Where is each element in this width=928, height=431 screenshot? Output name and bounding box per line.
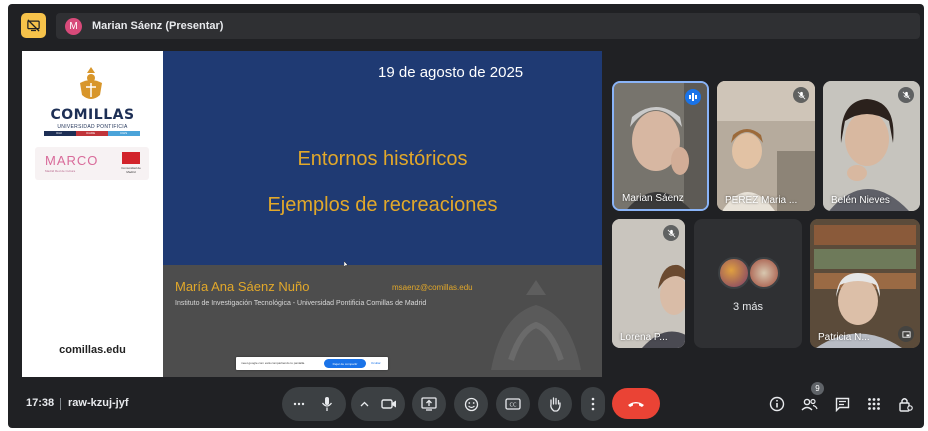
hide-popup-link[interactable]: Ocultar <box>371 361 381 365</box>
logo-strip-2: ICADE <box>76 131 108 136</box>
audio-level-icon <box>685 89 701 105</box>
participant-tile-belen[interactable]: Belén Nieves <box>823 81 920 211</box>
overflow-count-label: 3 más <box>733 301 763 313</box>
avatar <box>748 257 780 289</box>
participant-tile-lorena[interactable]: Lorena P... <box>612 219 685 348</box>
presenter-label: Marian Sáenz (Presentar) <box>92 20 224 32</box>
slide-date: 19 de agosto de 2025 <box>378 64 524 81</box>
participant-name: Marian Sáenz <box>622 193 684 204</box>
meet-window: M Marian Sáenz (Presentar) COMILLAS UNIV… <box>8 4 924 428</box>
participant-tile-marian[interactable]: Marian Sáenz <box>612 81 709 211</box>
activities-icon[interactable] <box>865 395 883 413</box>
overflow-participants-tile[interactable]: 3 más <box>694 219 802 348</box>
slide-author: María Ana Sáenz Nuño <box>175 279 310 294</box>
mic-off-icon <box>793 87 809 103</box>
presenter-bar[interactable]: M Marian Sáenz (Presentar) <box>56 13 920 39</box>
screenshot-frame: M Marian Sáenz (Presentar) COMILLAS UNIV… <box>0 0 928 431</box>
slide-logo-panel: COMILLAS UNIVERSIDAD PONTIFICIA ICAI ICA… <box>22 51 163 377</box>
slide-email: msaenz@comillas.edu <box>392 283 473 292</box>
madrid-flag-icon <box>122 152 140 164</box>
share-popup-text: meet.google.com está compartiendo tu pan… <box>241 361 306 365</box>
meeting-code: raw-kzuj-jyf <box>68 397 129 409</box>
participant-tile-perez[interactable]: PEREZ Maria ... <box>717 81 815 211</box>
people-icon[interactable] <box>800 395 818 413</box>
svg-text:CC: CC <box>510 402 517 408</box>
pin-icon[interactable] <box>898 326 914 342</box>
chevron-up-icon[interactable] <box>353 387 375 421</box>
present-screen-icon[interactable] <box>412 387 446 421</box>
bottom-separator <box>60 398 61 410</box>
emoji-icon[interactable] <box>454 387 488 421</box>
participant-name: Lorena P... <box>620 332 668 343</box>
logo-strip-3: CIHS <box>108 131 140 136</box>
logo-subtitle: UNIVERSIDAD PONTIFICIA <box>57 124 128 130</box>
marco-logo: MARCO Madrid Red de Cultura Comunidad de… <box>35 147 149 180</box>
comillas-crest-icon <box>80 67 102 99</box>
marco-name: MARCO <box>45 153 99 168</box>
participant-name: PEREZ Maria ... <box>725 195 798 206</box>
madrid-label: Comunidad de Madrid <box>121 166 141 174</box>
host-controls-icon[interactable] <box>896 395 914 413</box>
presenter-avatar: M <box>65 17 82 35</box>
participant-name: Belén Nieves <box>831 195 890 206</box>
logo-strip-1: ICAI <box>44 131 76 136</box>
screen-share-popup: meet.google.com está compartiendo tu pan… <box>236 357 388 370</box>
more-options-icon[interactable] <box>286 387 312 421</box>
avatar <box>718 257 750 289</box>
shared-screen: COMILLAS UNIVERSIDAD PONTIFICIA ICAI ICA… <box>22 51 602 377</box>
participant-name: Patricia N... <box>818 332 870 343</box>
crest-watermark-icon <box>491 280 581 370</box>
stop-sharing-button[interactable]: Dejar de compartir <box>324 359 366 368</box>
captions-icon[interactable]: CC <box>496 387 530 421</box>
slide-title-line2: Ejemplos de recreaciones <box>267 194 498 216</box>
marco-subtitle: Madrid Red de Cultura <box>45 169 76 173</box>
raise-hand-icon[interactable] <box>538 387 572 421</box>
slide-title-line1: Entornos históricos <box>297 148 468 170</box>
chat-icon[interactable] <box>833 395 851 413</box>
mic-off-icon <box>663 225 679 241</box>
present-off-icon[interactable] <box>21 13 46 38</box>
more-vert-icon[interactable] <box>581 387 605 421</box>
mouse-cursor-icon <box>344 261 348 267</box>
participant-tile-patricia[interactable]: Patricia N... <box>810 219 920 348</box>
slide-site-url: comillas.edu <box>59 344 126 356</box>
slide-footer: María Ana Sáenz Nuño msaenz@comillas.edu… <box>163 265 602 377</box>
people-count-badge: 9 <box>811 382 824 395</box>
end-call-icon[interactable] <box>612 388 660 419</box>
mic-off-icon <box>898 87 914 103</box>
logo-name: COMILLAS <box>50 107 135 123</box>
camera-icon[interactable] <box>375 387 403 421</box>
info-icon[interactable] <box>768 395 786 413</box>
microphone-icon[interactable] <box>312 387 342 421</box>
meeting-clock: 17:38 <box>26 397 55 409</box>
mic-control-group <box>282 387 346 421</box>
slide-institution: Instituto de Investigación Tecnológica -… <box>175 300 427 307</box>
camera-control-group <box>351 387 405 421</box>
